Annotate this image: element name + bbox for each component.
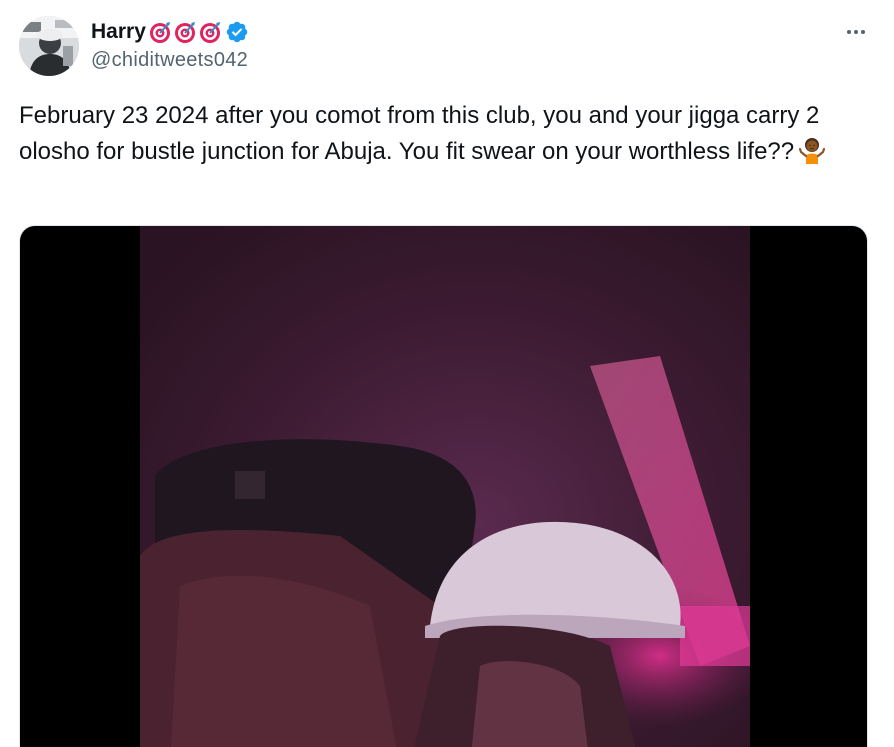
author-names: Harry @chiditweets042 [91, 18, 249, 72]
more-options-button[interactable] [844, 22, 868, 42]
video-frame [140, 226, 750, 747]
more-horizontal-icon [854, 30, 858, 34]
tweet-card: Harry @chiditweets042 February 23 2024 a… [0, 0, 894, 747]
tweet-video[interactable] [19, 225, 868, 747]
tweet-header: Harry @chiditweets042 [19, 16, 249, 76]
author-handle[interactable]: @chiditweets042 [91, 49, 249, 72]
tweet-body: February 23 2024 after you comot from th… [19, 102, 820, 165]
name-row: Harry [91, 18, 249, 46]
person-shrugging-emoji [798, 136, 826, 164]
target-emoji [149, 21, 171, 43]
target-emoji [199, 21, 221, 43]
avatar[interactable] [19, 16, 79, 76]
more-horizontal-icon [861, 30, 865, 34]
tweet-text: February 23 2024 after you comot from th… [19, 98, 869, 170]
display-name[interactable]: Harry [91, 20, 146, 44]
verified-badge-icon [226, 21, 248, 43]
more-horizontal-icon [847, 30, 851, 34]
target-emoji [174, 21, 196, 43]
